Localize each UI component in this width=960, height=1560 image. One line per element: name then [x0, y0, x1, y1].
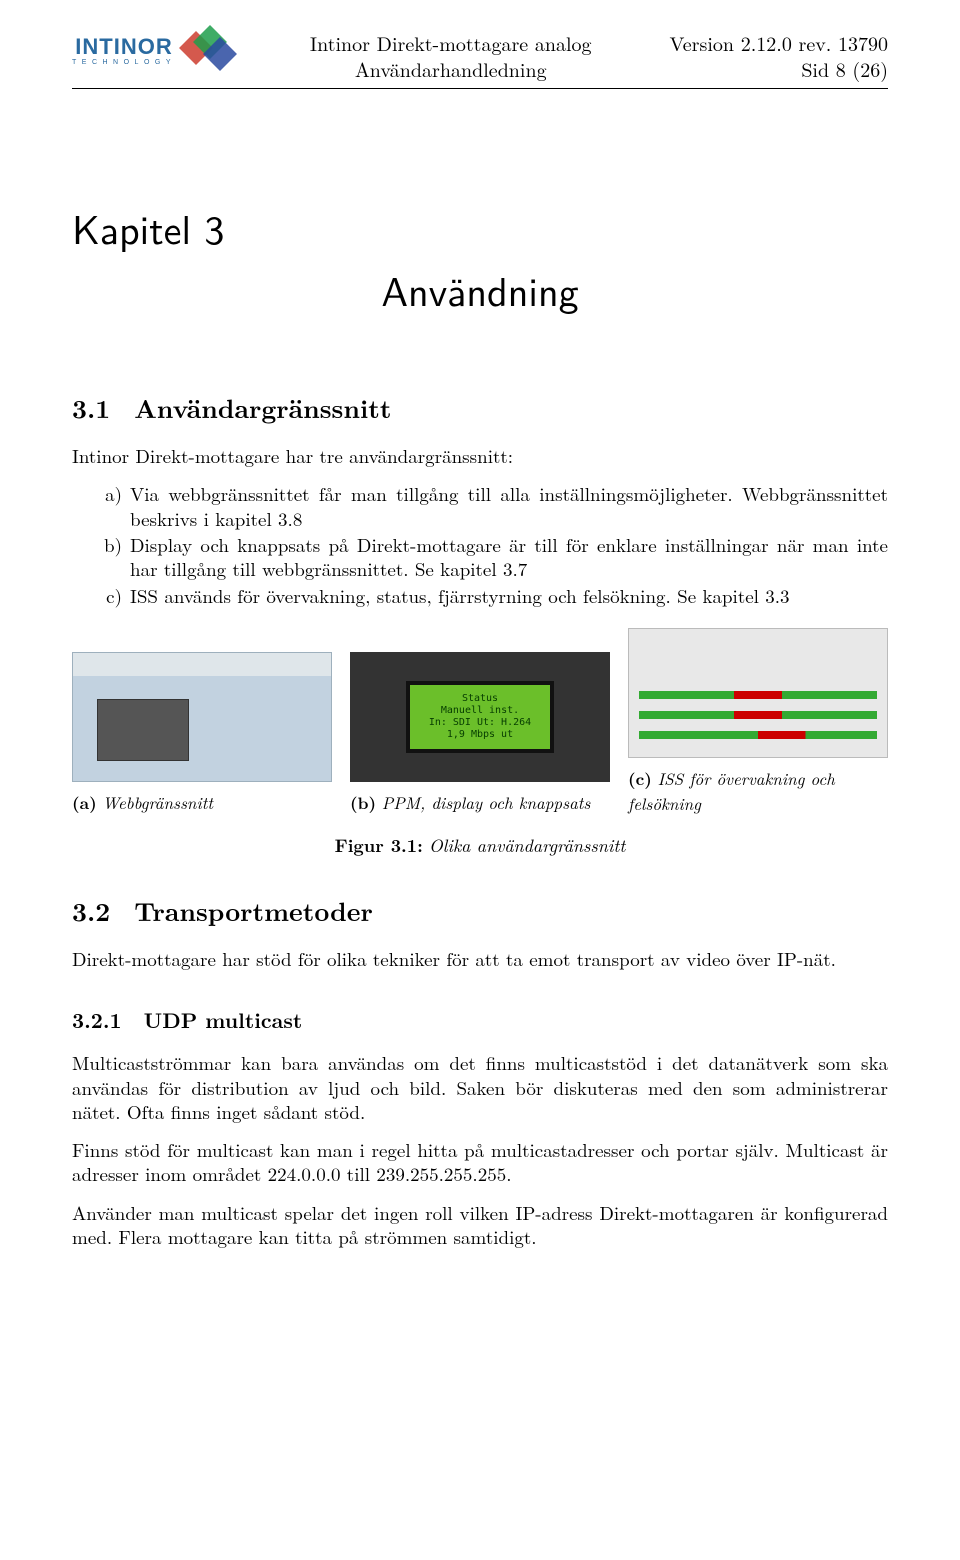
- subcaption-label: (b): [350, 791, 376, 815]
- logo: INTINOR TECHNOLOGY: [72, 30, 232, 72]
- section-title: UDP multicast: [144, 1005, 303, 1035]
- logo-icon: [182, 30, 232, 72]
- section-3-1-heading: 3.1 Användargränssnitt: [72, 389, 888, 426]
- list-text: Via webbgränssnittet får man tillgång ti…: [130, 482, 888, 531]
- section-3-2-1-p1: Multicastströmmar kan bara användas om d…: [72, 1051, 888, 1124]
- photo-ppm-display: Status Manuell inst. In: SDI Ut: H.264 1…: [350, 652, 610, 782]
- figure-caption-text: Olika användargränssnitt: [429, 833, 625, 858]
- figure-3-1: (a) Webbgränssnitt Status Manuell inst. …: [72, 628, 888, 815]
- section-title: Användargränssnitt: [134, 389, 391, 426]
- interface-list: a) Via webbgränssnittet får man tillgång…: [98, 482, 888, 608]
- screenshot-web-interface: [72, 652, 332, 782]
- subcaption-c: (c) ISS för övervakning och felsökning: [628, 766, 888, 815]
- lcd-line: Manuell inst.: [441, 705, 519, 716]
- section-number: 3.2.1: [72, 1005, 122, 1035]
- header-page-number: Sid 8 (26): [669, 56, 888, 82]
- figure-caption-label: Figur 3.1:: [335, 833, 423, 858]
- list-marker: a): [98, 482, 122, 531]
- logo-text: INTINOR: [75, 36, 172, 58]
- subcaption-label: (c): [628, 767, 652, 791]
- section-3-2-1-p3: Använder man multicast spelar det ingen …: [72, 1201, 888, 1250]
- lcd-line: In: SDI Ut: H.264: [429, 717, 531, 728]
- header-doc-title: Användarhandledning: [244, 56, 657, 82]
- list-item: b) Display och knappsats på Direkt-motta…: [98, 533, 888, 582]
- chapter-title: Användning: [72, 261, 888, 319]
- lcd-line: 1,9 Mbps ut: [447, 729, 513, 740]
- figure-caption: Figur 3.1: Olika användargränssnitt: [72, 833, 888, 858]
- chapter-number: Kapitel 3: [72, 199, 888, 257]
- subcaption-b: (b) PPM, display och knappsats: [350, 790, 610, 815]
- section-3-2-1-p2: Finns stöd för multicast kan man i regel…: [72, 1138, 888, 1187]
- page-header: INTINOR TECHNOLOGY Intinor Direkt-mottag…: [72, 30, 888, 82]
- list-item: c) ISS används för övervakning, status, …: [98, 584, 888, 608]
- section-3-2-heading: 3.2 Transportmetoder: [72, 892, 888, 929]
- lcd-display: Status Manuell inst. In: SDI Ut: H.264 1…: [406, 681, 554, 753]
- section-number: 3.2: [72, 892, 110, 929]
- subcaption-text: PPM, display och knappsats: [382, 790, 591, 814]
- subcaption-label: (a): [72, 791, 97, 815]
- figure-cell-c: (c) ISS för övervakning och felsökning: [628, 628, 888, 815]
- figure-cell-a: (a) Webbgränssnitt: [72, 652, 332, 815]
- lcd-line: Status: [462, 693, 498, 704]
- list-text: Display och knappsats på Direkt-mottagar…: [130, 533, 888, 582]
- header-center: Intinor Direkt-mottagare analog Användar…: [244, 30, 657, 82]
- section-3-2-1-heading: 3.2.1 UDP multicast: [72, 1005, 888, 1035]
- header-product: Intinor Direkt-mottagare analog: [244, 30, 657, 56]
- section-number: 3.1: [72, 389, 110, 426]
- section-3-2-para: Direkt-mottagare har stöd för olika tekn…: [72, 947, 888, 971]
- section-3-1-intro: Intinor Direkt-mottagare har tre använda…: [72, 444, 888, 468]
- subcaption-a: (a) Webbgränssnitt: [72, 790, 332, 815]
- screenshot-iss-monitoring: [628, 628, 888, 758]
- section-title: Transportmetoder: [134, 892, 373, 929]
- header-rule: [72, 88, 888, 89]
- subcaption-text: ISS för övervakning och felsökning: [628, 766, 835, 815]
- logo-subtext: TECHNOLOGY: [72, 59, 176, 66]
- list-item: a) Via webbgränssnittet får man tillgång…: [98, 482, 888, 531]
- subcaption-text: Webbgränssnitt: [102, 790, 213, 814]
- figure-cell-b: Status Manuell inst. In: SDI Ut: H.264 1…: [350, 652, 610, 815]
- header-version: Version 2.12.0 rev. 13790: [669, 30, 888, 56]
- list-marker: c): [98, 584, 122, 608]
- list-marker: b): [98, 533, 122, 582]
- list-text: ISS används för övervakning, status, fjä…: [130, 584, 888, 608]
- header-right: Version 2.12.0 rev. 13790 Sid 8 (26): [669, 30, 888, 82]
